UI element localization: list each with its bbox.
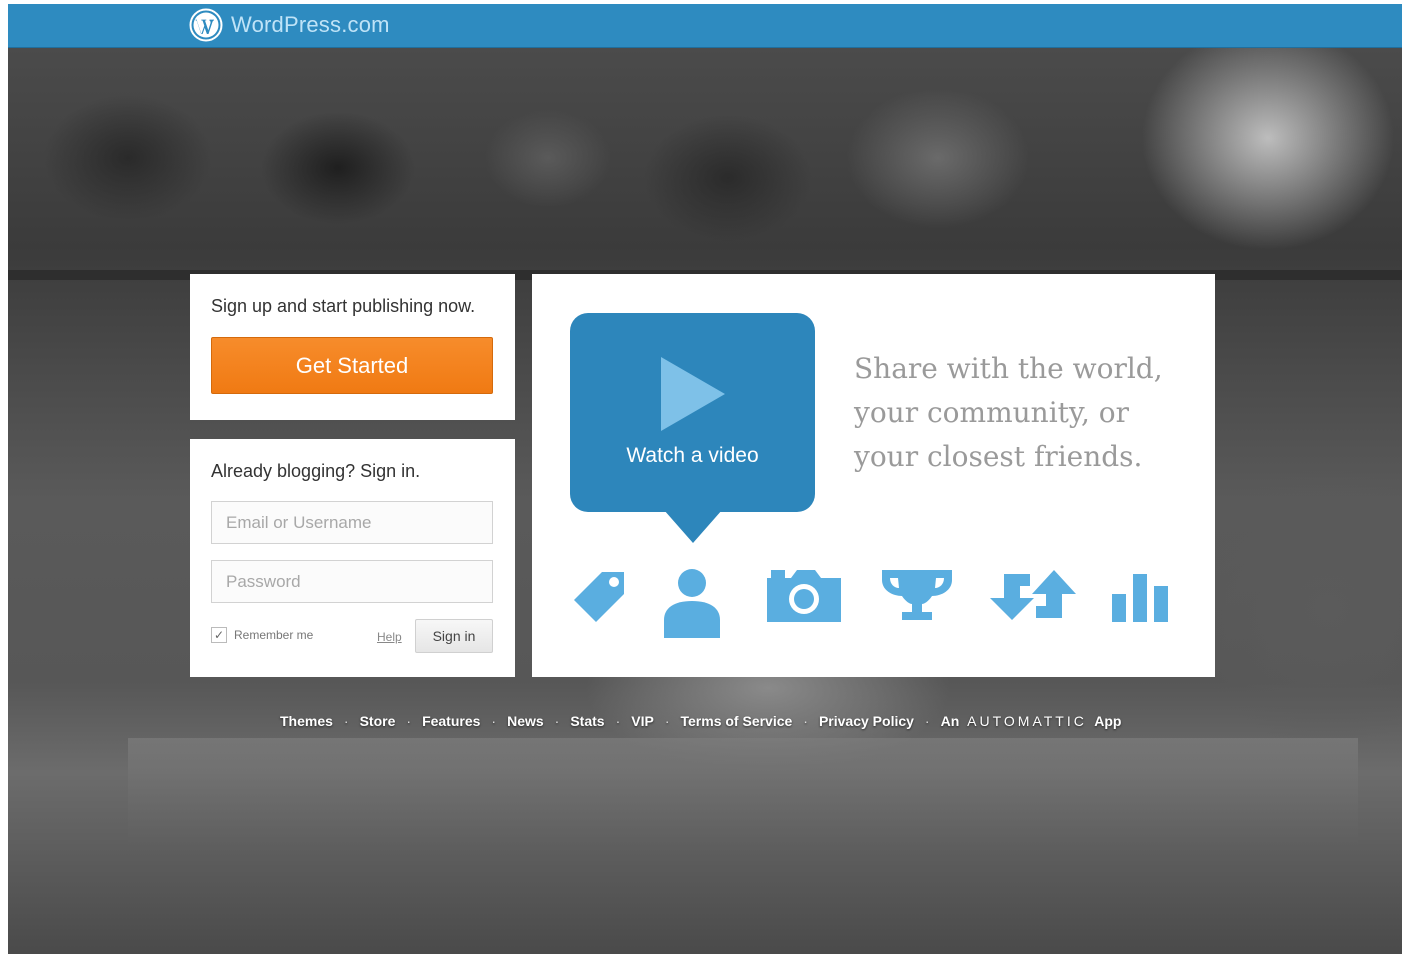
automattic-link[interactable]: An AUTOMATTIC App [941,713,1122,729]
tagline-line-3: your closest friends. [854,440,1143,473]
footer-separator: · [491,713,497,729]
automattic-prefix: An [940,713,960,729]
signin-panel: Already blogging? Sign in. ✓ Remember me… [190,439,515,677]
watch-video-button[interactable]: Watch a video [570,313,815,543]
footer-links: Themes · Store · Features · News · Stats… [280,709,1121,733]
automattic-suffix: App [1094,713,1122,729]
footer-separator: · [615,713,621,729]
footer-separator: · [343,713,349,729]
tagline-line-2: your community, or [854,396,1130,429]
sign-in-button[interactable]: Sign in [415,619,493,653]
tagline-line-1: Share with the world, [854,352,1163,385]
email-field[interactable] [211,501,493,544]
footer-separator: · [664,713,670,729]
camera-icon [767,570,841,622]
remember-me[interactable]: ✓ Remember me [211,627,313,643]
footer-link-privacy[interactable]: Privacy Policy [819,713,914,729]
password-field[interactable] [211,560,493,603]
feature-icons-row [572,568,1178,640]
automattic-name: AUTOMATTIC [967,713,1087,729]
background-counter [128,738,1358,848]
footer-separator: · [406,713,412,729]
footer-link-features[interactable]: Features [422,713,480,729]
top-bar: WordPress.com [8,4,1402,48]
feature-panel: Watch a video Share with the world, your… [532,274,1215,677]
speech-bubble-tail [664,510,722,543]
remember-checkbox[interactable]: ✓ [211,627,227,643]
tagline: Share with the world, your community, or… [854,347,1194,479]
remember-label: Remember me [234,628,314,642]
footer-separator: · [803,713,808,729]
footer-link-stats[interactable]: Stats [570,713,604,729]
footer-link-store[interactable]: Store [360,713,396,729]
footer-link-vip[interactable]: VIP [631,713,654,729]
footer-separator: · [924,713,930,729]
reblog-icon [990,570,1076,620]
tag-icon [574,572,624,622]
brand-link[interactable]: WordPress.com [189,8,390,42]
footer-separator: · [554,713,560,729]
footer-link-themes[interactable]: Themes [280,713,333,729]
signup-panel: Sign up and start publishing now. Get St… [190,274,515,420]
page-frame: WordPress.com Sign up and start publishi… [8,4,1402,954]
brand-text: WordPress.com [231,12,390,37]
play-icon [661,357,725,431]
wordpress-logo-icon [189,8,223,42]
footer-link-news[interactable]: News [507,713,544,729]
get-started-button[interactable]: Get Started [211,337,493,394]
footer-link-terms[interactable]: Terms of Service [681,713,793,729]
signin-title: Already blogging? Sign in. [211,461,421,481]
help-link[interactable]: Help [377,630,402,644]
signup-prompt: Sign up and start publishing now. [211,296,476,316]
stats-icon [1112,574,1168,622]
person-icon [664,569,720,638]
trophy-icon [882,570,952,620]
watch-video-label: Watch a video [626,444,759,467]
